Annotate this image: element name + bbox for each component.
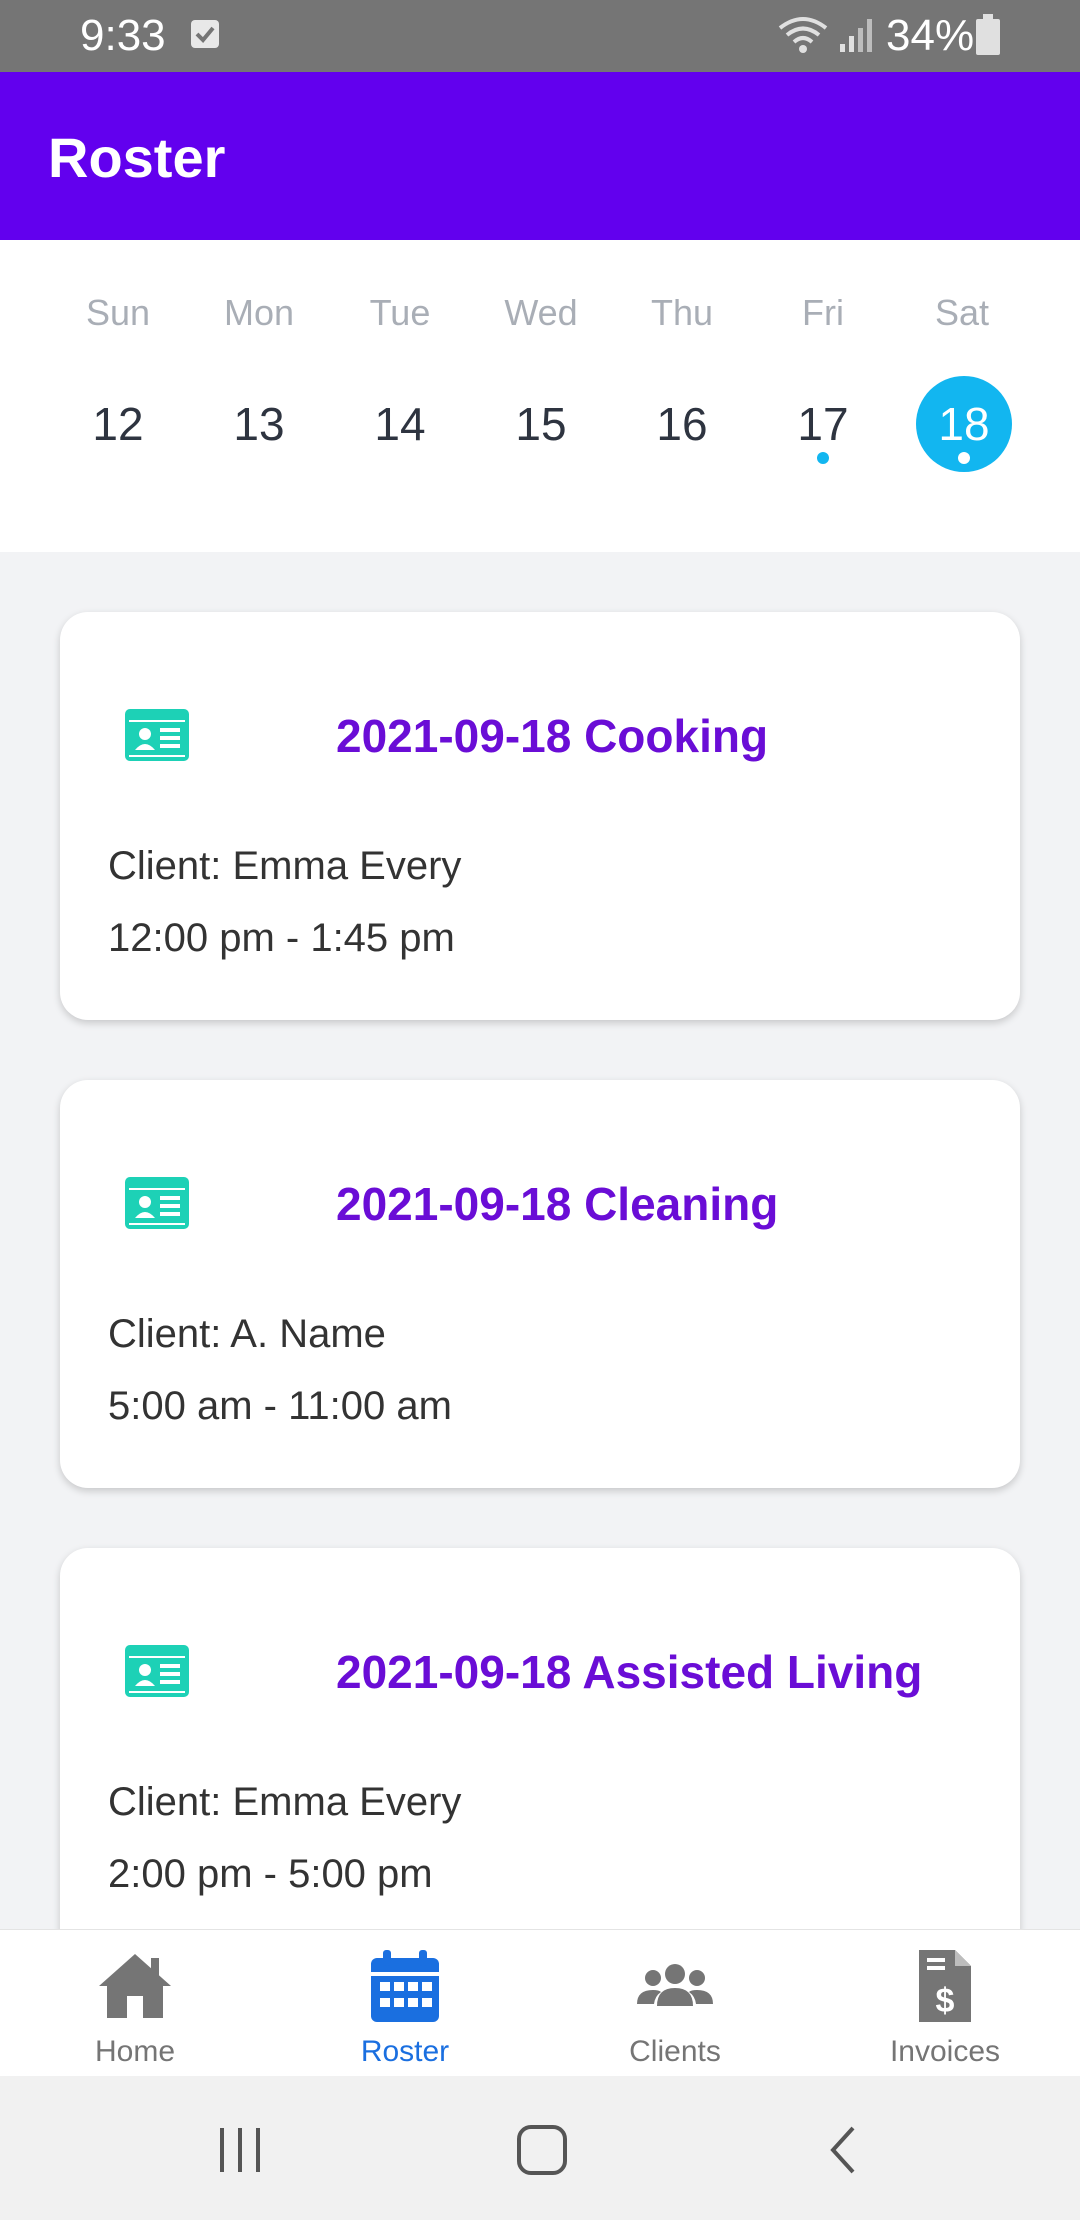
- nav-item-invoices[interactable]: $ Invoices: [810, 1930, 1080, 2077]
- nav-label-clients: Clients: [629, 2035, 721, 2068]
- event-indicator-dot: [958, 452, 970, 464]
- checkbox-notification-icon: [191, 20, 219, 48]
- day-name-wed: Wed: [504, 292, 578, 333]
- day-name-sat: Sat: [934, 292, 990, 333]
- home-button-icon[interactable]: [512, 2120, 572, 2180]
- page-title: Roster: [48, 126, 226, 189]
- nav-item-clients[interactable]: Clients: [540, 1930, 810, 2077]
- signal-icon: [840, 19, 872, 52]
- calendar-icon: [371, 1950, 439, 2022]
- shift-client: Client: A. Name: [108, 1312, 386, 1356]
- day-date-14[interactable]: 14: [352, 376, 448, 472]
- nav-item-roster[interactable]: Roster: [270, 1930, 540, 2077]
- day-name-sun: Sun: [85, 292, 151, 333]
- app-bar: Roster: [0, 72, 1080, 240]
- shift-time: 12:00 pm - 1:45 pm: [108, 916, 455, 960]
- day-date-13[interactable]: 13: [211, 376, 307, 472]
- day-name-tue: Tue: [369, 292, 431, 333]
- day-name-mon: Mon: [223, 292, 295, 333]
- back-icon[interactable]: [815, 2120, 875, 2180]
- nav-item-home[interactable]: Home: [0, 1930, 270, 2077]
- status-bar: 9:33 34%: [0, 0, 1080, 72]
- battery-percentage: 34%: [886, 11, 975, 60]
- week-calendar-strip: Sun Mon Tue Wed Thu Fri Sat 12 13 14 15 …: [0, 240, 1080, 552]
- users-icon: [637, 1964, 713, 2006]
- id-card-icon: [125, 709, 189, 761]
- day-name-fri: Fri: [802, 292, 844, 333]
- shift-client: Client: Emma Every: [108, 1780, 462, 1824]
- shift-time: 5:00 am - 11:00 am: [108, 1384, 452, 1428]
- day-name-thu: Thu: [650, 292, 714, 333]
- shift-title: 2021-09-18 Assisted Living: [336, 1646, 923, 1698]
- nav-label-roster: Roster: [360, 2035, 450, 2068]
- invoice-dollar-icon: $: [919, 1950, 971, 2022]
- home-icon: [99, 1954, 171, 2018]
- day-date-12[interactable]: 12: [70, 376, 166, 472]
- wifi-icon: [778, 17, 828, 53]
- id-card-icon: [125, 1177, 189, 1229]
- shift-client: Client: Emma Every: [108, 844, 462, 888]
- shift-time: 2:00 pm - 5:00 pm: [108, 1852, 433, 1896]
- shift-list[interactable]: 2021-09-18 Cooking Client: Emma Every 12…: [0, 552, 1080, 1929]
- recent-apps-icon[interactable]: [210, 2120, 270, 2180]
- shift-title: 2021-09-18 Cleaning: [336, 1178, 779, 1230]
- status-time: 9:33: [80, 11, 166, 60]
- event-indicator-dot: [817, 452, 829, 464]
- id-card-icon: [125, 1645, 189, 1697]
- battery-icon: [976, 14, 1000, 55]
- shift-title: 2021-09-18 Cooking: [336, 710, 769, 762]
- shift-card[interactable]: 2021-09-18 Assisted Living Client: Emma …: [60, 1548, 1020, 1929]
- shift-card[interactable]: 2021-09-18 Cleaning Client: A. Name 5:00…: [60, 1080, 1020, 1488]
- shift-card[interactable]: 2021-09-18 Cooking Client: Emma Every 12…: [60, 612, 1020, 1020]
- day-date-15[interactable]: 15: [493, 376, 589, 472]
- day-date-16[interactable]: 16: [634, 376, 730, 472]
- bottom-navigation: Home Roster Clients $ Invoices: [0, 1929, 1080, 2076]
- nav-label-home: Home: [94, 2035, 176, 2068]
- system-navigation-bar: [0, 2076, 1080, 2220]
- svg-text:$: $: [936, 1982, 955, 2020]
- nav-label-invoices: Invoices: [889, 2035, 1001, 2068]
